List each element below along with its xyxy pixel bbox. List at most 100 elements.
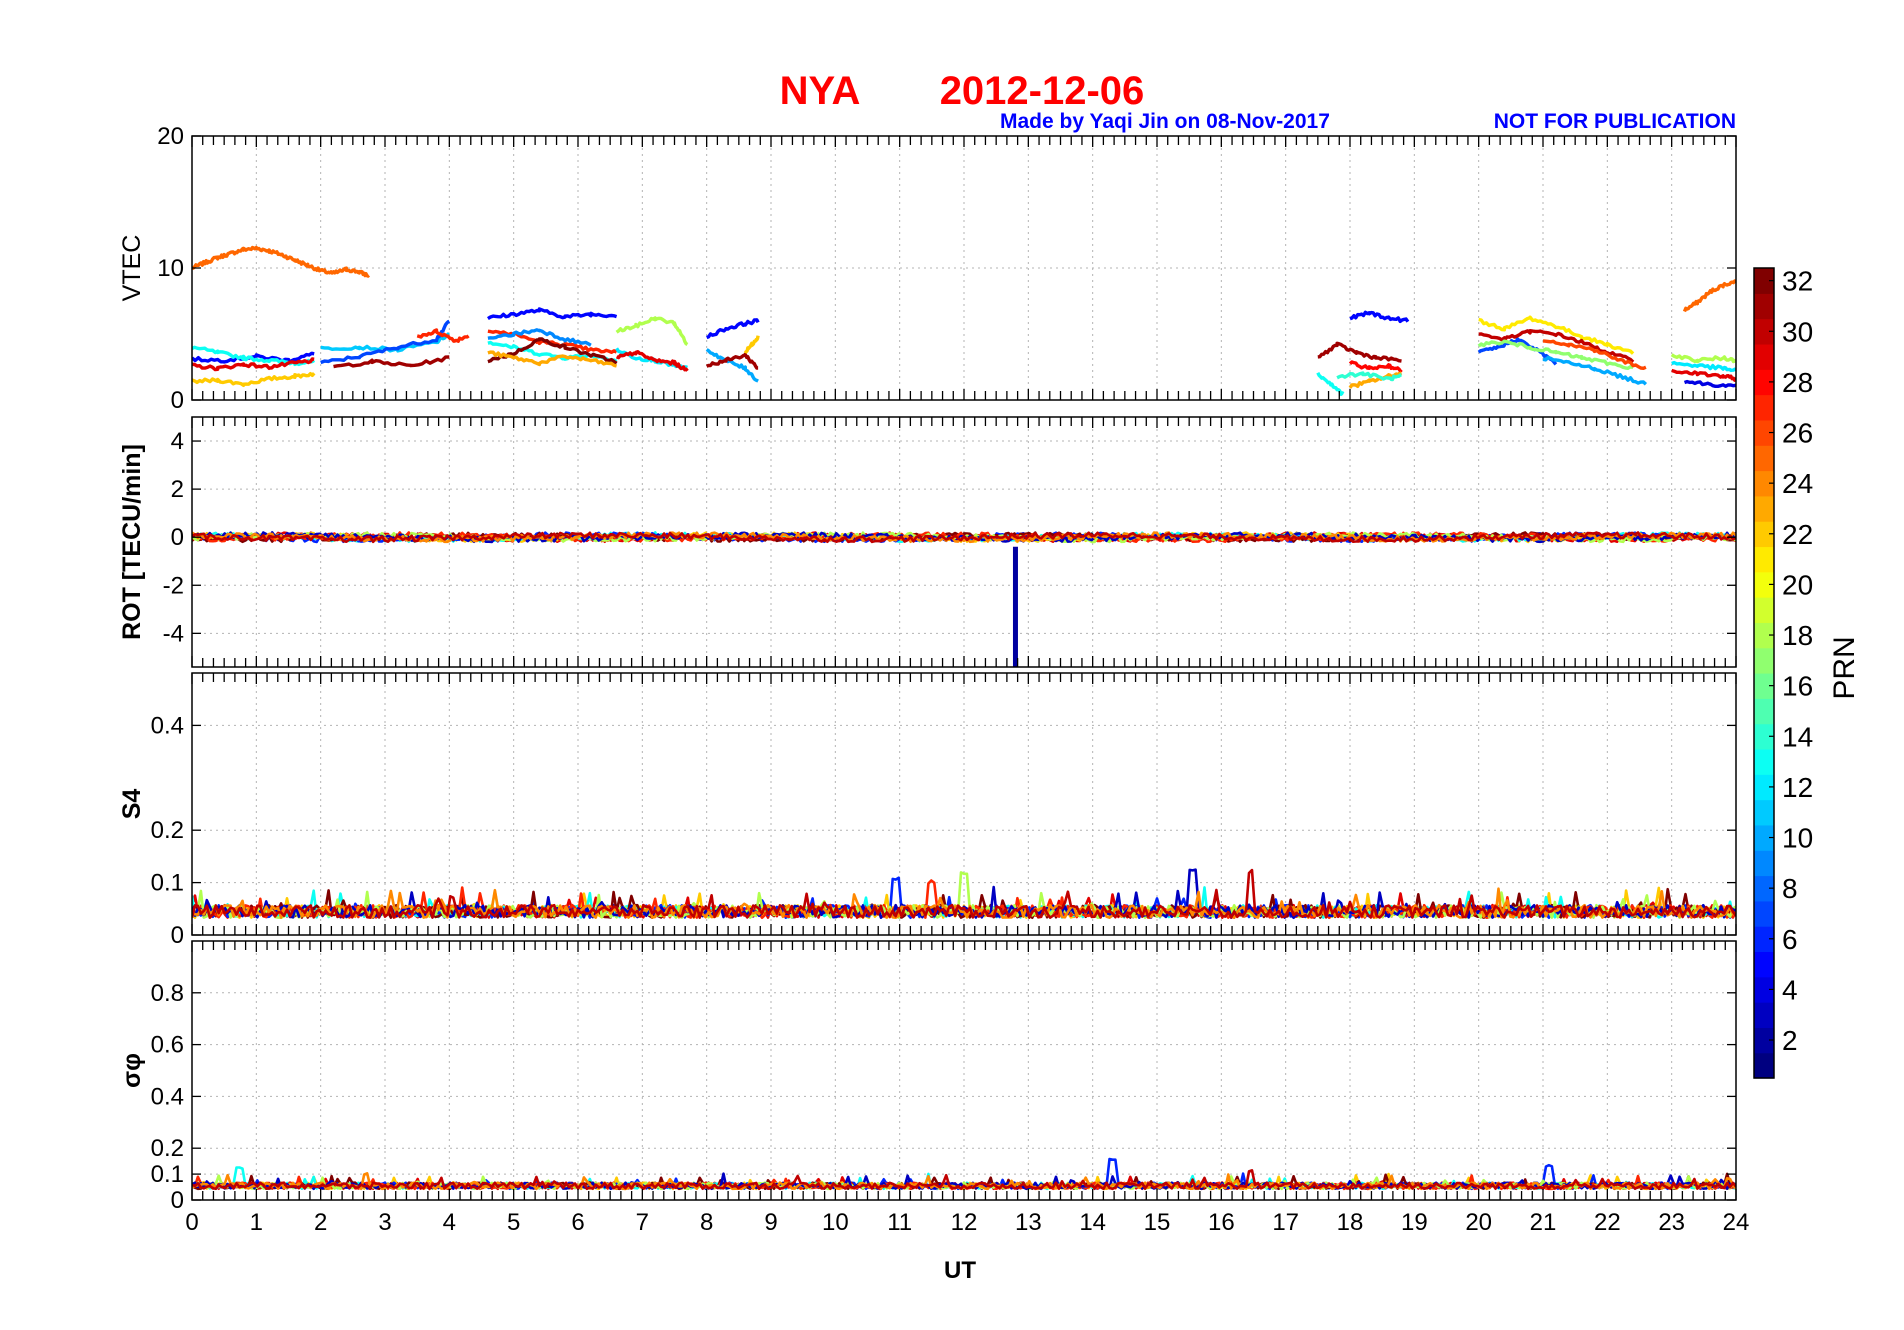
- colorbar-tick-label: 8: [1782, 873, 1798, 904]
- colorbar-swatch: [1754, 546, 1774, 573]
- series-line-prn-25: [192, 245, 371, 278]
- y-tick-label: -4: [163, 620, 184, 647]
- series-line-prn-30: [192, 1169, 1736, 1191]
- series-line-prn-4: [1683, 379, 1736, 388]
- colorbar-swatch: [1754, 1052, 1774, 1079]
- x-tick-label: 14: [1079, 1209, 1106, 1236]
- notice-text: NOT FOR PUBLICATION: [1494, 110, 1736, 133]
- x-tick-label: 7: [636, 1209, 649, 1236]
- x-axis: 0 1 2 3 4 5 6 7 8 9 10 11 12 13 14 15 16 17 18 19 20 21 22 23 24: [185, 1209, 1749, 1236]
- colorbar-tick-label: 22: [1782, 519, 1813, 550]
- series-line-prn-12: [1671, 360, 1736, 373]
- y-tick-label: 0: [171, 387, 184, 414]
- x-tick-label: 20: [1465, 1209, 1492, 1236]
- x-tick-label: 4: [443, 1209, 456, 1236]
- credit-text: Made by Yaqi Jin on 08-Nov-2017: [1000, 110, 1330, 133]
- panels: 01020VTEC-4-2024ROT [TECU/min]00.10.20.4…: [118, 123, 1749, 1236]
- y-tick-label: 0.8: [151, 980, 184, 1007]
- colorbar-tick-label: 16: [1782, 671, 1813, 702]
- figure: NYA 2012-12-06 Made by Yaqi Jin on 08-No…: [118, 69, 1861, 1284]
- colorbar-swatch: [1754, 1002, 1774, 1028]
- y-tick-label: -2: [163, 572, 184, 599]
- series-line-prn-28: [1348, 360, 1403, 374]
- colorbar-tick-label: 18: [1782, 620, 1813, 651]
- colorbar-tick-label: 4: [1782, 974, 1798, 1005]
- y-axis-label: VTEC: [118, 235, 146, 302]
- colorbar-tick-label: 30: [1782, 316, 1813, 347]
- x-tick-label: 15: [1144, 1209, 1171, 1236]
- x-tick-label: 5: [507, 1209, 520, 1236]
- y-tick-label: 0.4: [151, 1083, 184, 1110]
- colorbar-swatch: [1754, 951, 1774, 978]
- series-line-prn-5: [487, 307, 618, 321]
- colorbar-tick-label: 26: [1782, 418, 1813, 449]
- y-tick-label: 0.2: [151, 817, 184, 844]
- panel-sigma_phi: 00.10.2 0.4 0.6 0.8 σφ: [118, 940, 1737, 1214]
- x-tick-label: 16: [1208, 1209, 1235, 1236]
- colorbar-swatch: [1754, 293, 1774, 320]
- series-line-prn-26: [1542, 339, 1647, 370]
- y-axis-label: σφ: [118, 1053, 146, 1088]
- series-line-prn-5: [1349, 310, 1410, 324]
- y-tick-label: 2: [171, 476, 184, 503]
- colorbar-swatch: [1754, 495, 1774, 522]
- x-tick-label: 9: [764, 1209, 777, 1236]
- x-tick-label: 2: [314, 1209, 327, 1236]
- colorbar-swatch: [1754, 343, 1774, 370]
- colorbar-swatch: [1754, 748, 1774, 775]
- y-tick-label: 0.1: [151, 870, 184, 897]
- y-axis-label: S4: [118, 789, 146, 820]
- series-line-prn-18: [615, 316, 689, 346]
- y-tick-label: 0: [171, 1187, 184, 1214]
- x-tick-label: 13: [1015, 1209, 1042, 1236]
- x-tick-label: 0: [185, 1209, 198, 1236]
- y-axis-label: ROT [TECU/min]: [118, 444, 146, 640]
- colorbar-swatch: [1754, 647, 1774, 674]
- colorbar-swatch: [1754, 900, 1774, 927]
- x-tick-label: 24: [1723, 1209, 1750, 1236]
- x-tick-label: 11: [887, 1209, 912, 1236]
- y-tick-label: 0: [171, 922, 184, 949]
- y-tick-label: 4: [171, 428, 184, 455]
- colorbar-tick-label: 14: [1782, 721, 1813, 752]
- series-line-prn-22: [743, 335, 760, 354]
- y-tick-label: 0.1: [151, 1161, 184, 1188]
- series-line-prn-18: [1670, 353, 1736, 364]
- panel-vtec: 0 10 20 VTEC: [118, 123, 1737, 414]
- colorbar-swatch: [1754, 445, 1774, 472]
- y-axis: 0 10 20: [157, 123, 1736, 414]
- x-ticks: [191, 941, 1737, 1200]
- y-tick-label: 0.2: [151, 1135, 184, 1162]
- x-tick-label: 1: [250, 1209, 263, 1236]
- x-tick-label: 23: [1658, 1209, 1685, 1236]
- x-axis-label: UT: [944, 1257, 976, 1284]
- colorbar-label: PRN: [1828, 636, 1861, 699]
- series-line-prn-25: [1682, 279, 1736, 313]
- colorbar-tick-label: 2: [1782, 1025, 1798, 1056]
- colorbar-tick-label: 10: [1782, 823, 1813, 854]
- x-tick-label: 18: [1337, 1209, 1364, 1236]
- y-tick-label: 10: [157, 255, 184, 282]
- series-line-prn-29: [1671, 368, 1736, 382]
- data-layer: [192, 868, 1736, 919]
- colorbar-swatch: [1754, 799, 1774, 826]
- grid: [192, 136, 1736, 400]
- colorbar: 2468101214161820222426283032: [1753, 266, 1813, 1079]
- colorbar-swatch: [1754, 597, 1774, 623]
- colorbar-tick-label: 6: [1782, 924, 1798, 955]
- x-tick-label: 10: [822, 1209, 849, 1236]
- colorbar-swatch: [1754, 698, 1774, 725]
- colorbar-swatch: [1754, 394, 1774, 421]
- x-tick-label: 8: [700, 1209, 713, 1236]
- colorbar-swatch: [1754, 850, 1774, 877]
- y-tick-label: 0.6: [151, 1032, 184, 1059]
- x-tick-label: 19: [1401, 1209, 1428, 1236]
- series-line-prn-22: [192, 372, 316, 387]
- x-tick-label: 22: [1594, 1209, 1621, 1236]
- x-tick-label: 6: [571, 1209, 584, 1236]
- panel-s4: 0 0.1 0.2 0.4 S4: [118, 672, 1737, 949]
- colorbar-tick-label: 32: [1782, 266, 1813, 297]
- x-tick-label: 17: [1272, 1209, 1299, 1236]
- y-tick-label: 20: [157, 123, 184, 150]
- panel-rot: -4 -2 0 2 4 ROT [TECU/min]: [118, 416, 1737, 668]
